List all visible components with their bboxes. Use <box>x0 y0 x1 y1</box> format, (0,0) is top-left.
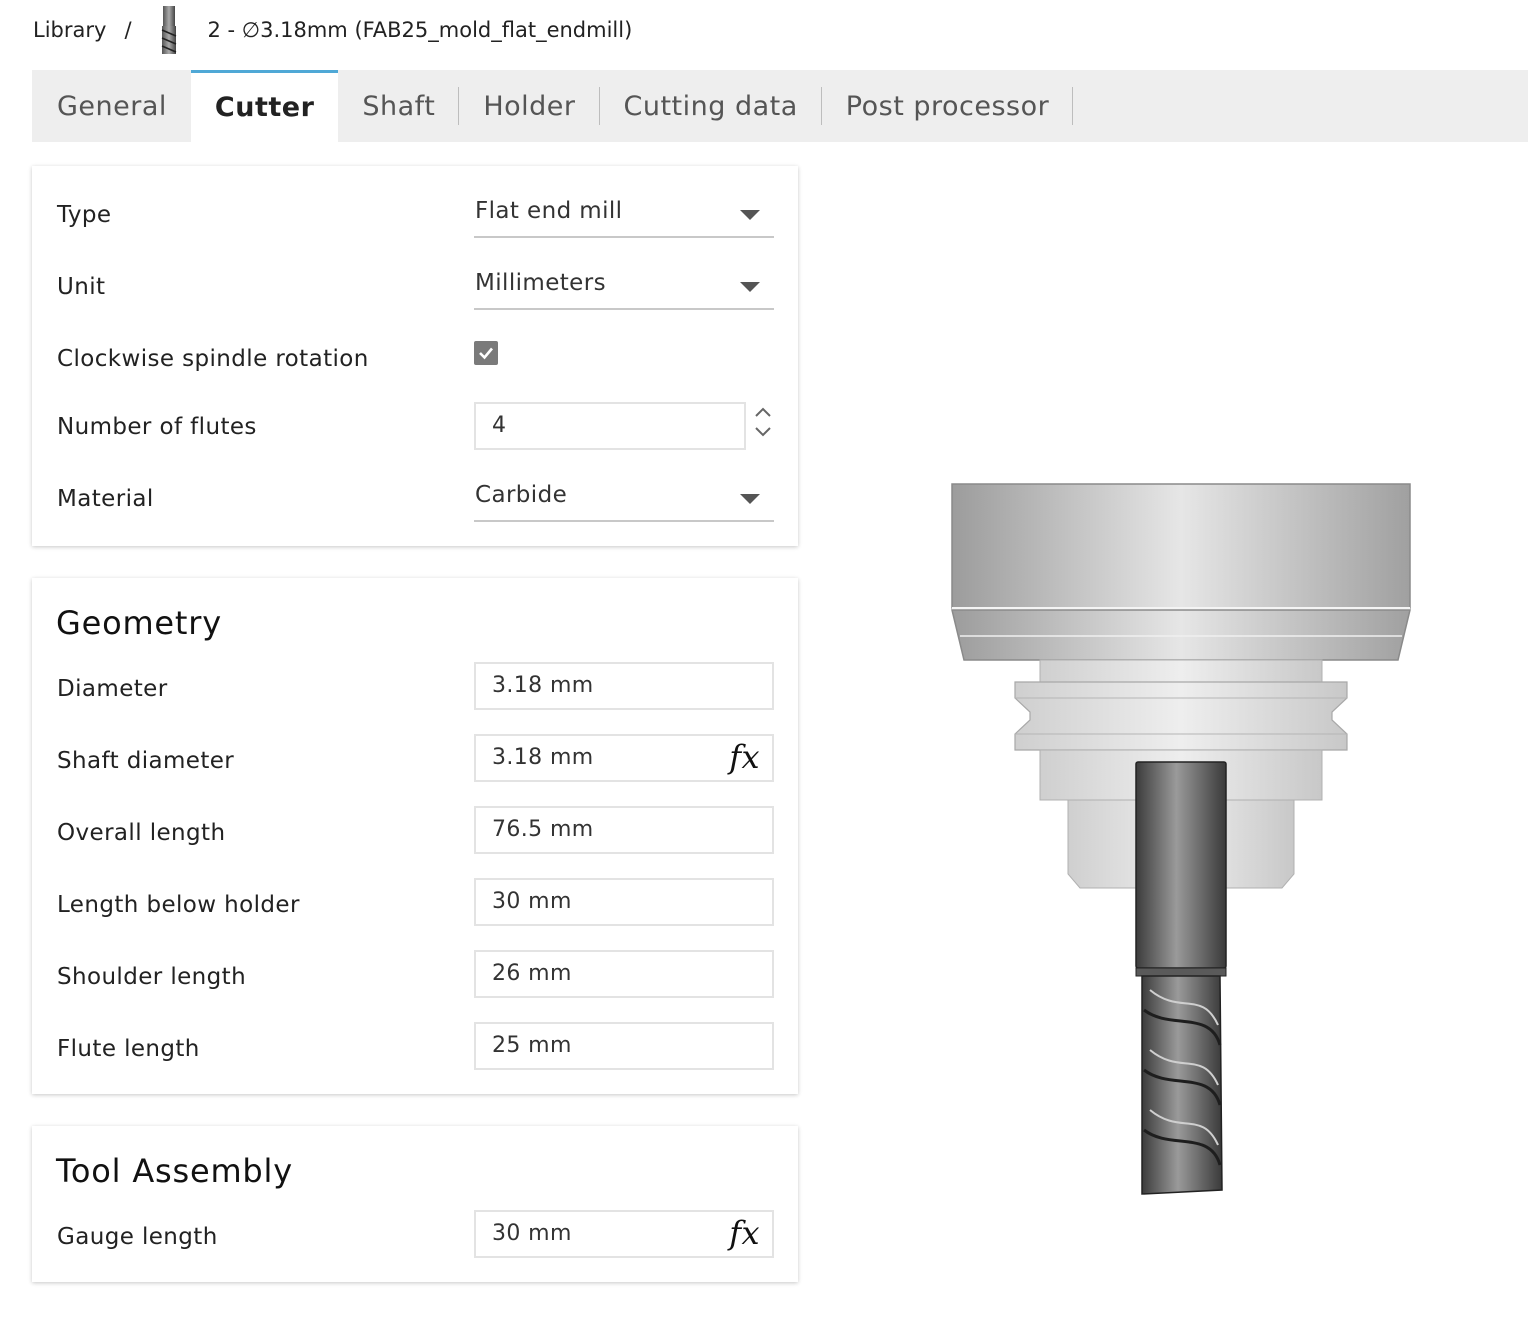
type-dropdown[interactable]: Flat end mill <box>474 192 774 238</box>
tab-cutting-data[interactable]: Cutting data <box>600 70 822 142</box>
gauge-length-label: Gauge length <box>57 1224 218 1250</box>
tab-cutter[interactable]: Cutter <box>190 70 339 142</box>
cutter-panel: Type Flat end mill Unit Millimeters Cloc… <box>32 166 798 546</box>
overall-length-input[interactable]: 76.5 mm <box>474 806 774 854</box>
tab-holder[interactable]: Holder <box>459 70 600 142</box>
diameter-value: 3.18 mm <box>492 673 594 698</box>
breadcrumb: Library / 2 - ∅3.18mm (FAB25_mold_flat_e… <box>33 6 632 54</box>
flute-length-value: 25 mm <box>492 1033 572 1058</box>
type-value: Flat end mill <box>475 198 623 224</box>
tab-label: Cutting data <box>623 90 798 122</box>
geometry-panel: Geometry Diameter 3.18 mm Shaft diameter… <box>32 578 798 1094</box>
material-value: Carbide <box>475 482 568 508</box>
chevron-down-icon <box>740 282 760 292</box>
type-label: Type <box>57 202 112 228</box>
unit-label: Unit <box>57 274 106 300</box>
length-below-holder-input[interactable]: 30 mm <box>474 878 774 926</box>
length-below-holder-label: Length below holder <box>57 892 300 918</box>
chevron-down-icon <box>740 210 760 220</box>
shaft-diameter-value: 3.18 mm <box>492 745 594 770</box>
tab-shaft[interactable]: Shaft <box>338 70 460 142</box>
breadcrumb-separator: / <box>124 18 132 42</box>
gauge-length-input[interactable]: 30 mm fx <box>474 1210 774 1258</box>
overall-length-label: Overall length <box>57 820 226 846</box>
shoulder-length-label: Shoulder length <box>57 964 247 990</box>
tool-shank <box>1135 761 1227 977</box>
stepper-arrows-icon[interactable] <box>752 404 774 442</box>
clockwise-label: Clockwise spindle rotation <box>57 346 369 372</box>
material-label: Material <box>57 486 154 512</box>
clockwise-checkbox[interactable] <box>474 341 498 365</box>
flutes-input[interactable]: 4 <box>474 402 746 450</box>
tab-label: Post processor <box>845 90 1050 122</box>
gauge-length-value: 30 mm <box>492 1221 572 1246</box>
endmill-icon <box>161 6 176 54</box>
flute-length-label: Flute length <box>57 1036 200 1062</box>
unit-dropdown[interactable]: Millimeters <box>474 264 774 310</box>
shaft-diameter-input[interactable]: 3.18 mm fx <box>474 734 774 782</box>
flute-length-input[interactable]: 25 mm <box>474 1022 774 1070</box>
diameter-label: Diameter <box>57 676 168 702</box>
length-below-holder-value: 30 mm <box>492 889 572 914</box>
flutes-value: 4 <box>492 413 507 438</box>
tab-label: General <box>57 90 167 122</box>
tab-label: Cutter <box>214 92 315 123</box>
formula-icon[interactable]: fx <box>729 1214 760 1252</box>
shoulder-length-value: 26 mm <box>492 961 572 986</box>
formula-icon[interactable]: fx <box>729 738 760 776</box>
tab-divider <box>1072 87 1074 125</box>
shoulder-length-input[interactable]: 26 mm <box>474 950 774 998</box>
breadcrumb-tool-title: 2 - ∅3.18mm (FAB25_mold_flat_endmill) <box>207 18 633 42</box>
tab-post-processor[interactable]: Post processor <box>822 70 1074 142</box>
shaft-diameter-label: Shaft diameter <box>57 748 235 774</box>
tab-label: Holder <box>483 90 576 122</box>
diameter-input[interactable]: 3.18 mm <box>474 662 774 710</box>
tool-assembly-title: Tool Assembly <box>56 1152 293 1190</box>
breadcrumb-library-link[interactable]: Library <box>33 18 106 42</box>
chevron-down-icon <box>740 494 760 504</box>
material-dropdown[interactable]: Carbide <box>474 476 774 522</box>
unit-value: Millimeters <box>475 270 606 296</box>
checkmark-icon <box>479 347 493 360</box>
tool-preview-3d[interactable] <box>940 470 1420 1210</box>
overall-length-value: 76.5 mm <box>492 817 594 842</box>
flutes-label: Number of flutes <box>57 414 257 440</box>
tool-flutes <box>1141 975 1223 1195</box>
tab-general[interactable]: General <box>32 70 191 142</box>
tab-label: Shaft <box>362 90 436 122</box>
tool-assembly-panel: Tool Assembly Gauge length 30 mm fx <box>32 1126 798 1282</box>
tab-bar: General Cutter Shaft Holder Cutting data… <box>32 70 1528 142</box>
geometry-title: Geometry <box>56 604 222 642</box>
